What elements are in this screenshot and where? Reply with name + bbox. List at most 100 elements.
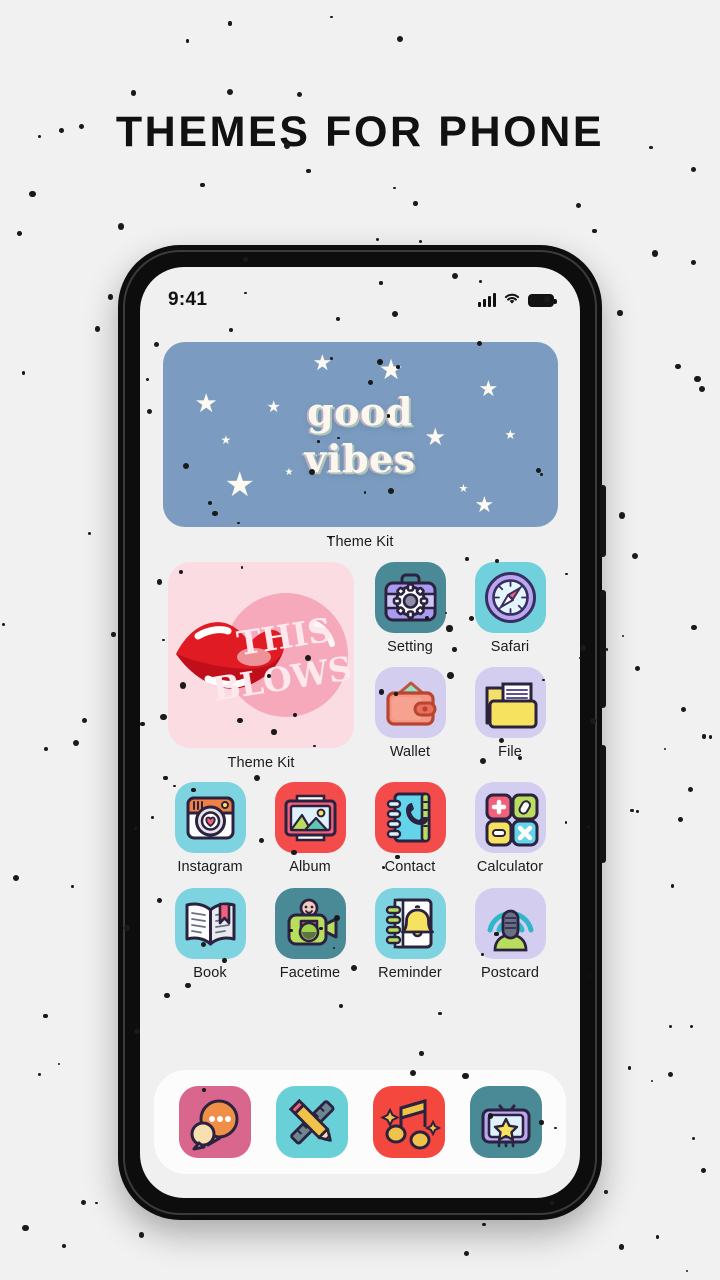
status-bar: 9:41 xyxy=(140,267,580,321)
speckle-dot xyxy=(107,294,113,300)
app-grid: Instagram Album Contact Calculator Book … xyxy=(160,782,560,981)
app-icon-instagram[interactable]: Instagram xyxy=(168,782,252,875)
speckle-dot xyxy=(138,1232,145,1239)
speckle-dot xyxy=(44,747,49,752)
widget-large-label: Theme Kit xyxy=(326,534,394,550)
app-icon-setting[interactable]: Setting xyxy=(368,562,452,655)
speckle-dot xyxy=(419,240,422,244)
phone-book-icon xyxy=(374,782,446,853)
phone-volume-button[interactable] xyxy=(600,590,606,708)
app-icon-book[interactable]: Book xyxy=(168,888,252,981)
speckle-dot xyxy=(627,1066,631,1070)
app-icon-wallet[interactable]: Wallet xyxy=(368,667,452,760)
speckle-dot xyxy=(592,228,597,233)
calculator-keys-icon xyxy=(474,782,546,853)
speckle-dot xyxy=(296,92,303,98)
widget-theme-kit-medium[interactable]: THIS BLOWS Theme Kit xyxy=(168,562,354,771)
app-row-4: Book Facetime Reminder Postcard xyxy=(160,888,560,981)
speckle-dot xyxy=(630,808,634,812)
speckle-dot xyxy=(413,201,418,206)
speckle-dot xyxy=(81,717,88,724)
camcorder-icon xyxy=(274,888,346,959)
app-icon-album[interactable]: Album xyxy=(268,782,352,875)
speckle-dot xyxy=(43,1013,48,1019)
widget-theme-kit-large[interactable]: ★ ★ ★ ★ ★ ★ ★ ★ ★ ★ ★ ★ good vibes Theme… xyxy=(160,342,560,550)
status-time: 9:41 xyxy=(168,289,208,310)
speckle-dot xyxy=(95,1202,98,1205)
speckle-dot xyxy=(691,260,696,266)
app-icon-calculator[interactable]: Calculator xyxy=(468,782,552,875)
app-label: Safari xyxy=(490,639,530,655)
speckle-dot xyxy=(678,817,683,822)
speckle-dot xyxy=(687,786,693,792)
speckle-dot xyxy=(691,1137,696,1141)
chat-bubbles-icon[interactable] xyxy=(178,1086,251,1158)
app-label: Contact xyxy=(384,859,436,875)
widget-medium-label: Theme Kit xyxy=(227,755,295,771)
app-icon-safari[interactable]: Safari xyxy=(468,562,552,655)
camera-heart-icon xyxy=(174,782,246,853)
speckle-dot xyxy=(670,883,675,888)
speckle-dot xyxy=(226,88,233,96)
speckle-dot xyxy=(130,90,136,96)
speckle-dot xyxy=(80,1200,86,1206)
page-title: THEMES FOR PHONE xyxy=(115,108,605,156)
app-icon-file[interactable]: File xyxy=(468,667,552,760)
app-label: Facetime xyxy=(279,965,341,981)
app-icon-contact[interactable]: Contact xyxy=(368,782,452,875)
speckle-dot xyxy=(650,1079,654,1082)
speckle-dot xyxy=(701,1168,707,1174)
speckle-dot xyxy=(663,747,667,751)
notebook-bell-icon xyxy=(374,888,446,959)
speckle-dot xyxy=(632,553,639,560)
speckle-dot xyxy=(94,325,101,332)
speckle-dot xyxy=(330,15,333,19)
app-label: Reminder xyxy=(378,965,442,981)
speckle-dot xyxy=(685,1269,688,1273)
speckle-dot xyxy=(111,632,116,637)
phone-power-button[interactable] xyxy=(600,745,606,863)
speckle-dot xyxy=(575,203,581,209)
wifi-icon xyxy=(503,291,521,310)
speckle-dot xyxy=(651,250,659,257)
speckle-dot xyxy=(655,1235,660,1239)
speckle-dot xyxy=(185,39,190,43)
speckle-dot xyxy=(689,1024,694,1029)
wallet-icon xyxy=(374,667,446,738)
speckle-dot xyxy=(667,1072,673,1078)
app-label: Book xyxy=(193,965,227,981)
briefcase-gear-icon xyxy=(374,562,446,633)
phone-silent-switch[interactable] xyxy=(600,485,606,557)
app-label: Album xyxy=(289,859,331,875)
app-label: Wallet xyxy=(389,744,431,760)
music-note-icon[interactable] xyxy=(372,1086,445,1158)
speckle-dot xyxy=(463,1251,469,1257)
app-label: Postcard xyxy=(480,965,540,981)
app-icon-postcard[interactable]: Postcard xyxy=(468,888,552,981)
phone-screen: 9:41 ★ ★ ★ ★ ★ ★ ★ ★ ★ ★ ★ ★ good vibes … xyxy=(140,267,580,1198)
speckle-dot xyxy=(200,182,205,188)
speckle-dot xyxy=(636,810,639,813)
speckle-dot xyxy=(117,223,125,230)
pencil-ruler-icon[interactable] xyxy=(275,1086,348,1158)
widget-large-canvas: ★ ★ ★ ★ ★ ★ ★ ★ ★ ★ ★ ★ good vibes xyxy=(162,342,558,527)
tv-star-icon[interactable] xyxy=(469,1086,542,1158)
speckle-dot xyxy=(2,622,6,626)
speckle-dot xyxy=(396,35,404,43)
app-icon-facetime[interactable]: Facetime xyxy=(268,888,352,981)
speckle-dot xyxy=(618,1244,625,1250)
speckle-dot xyxy=(618,512,626,519)
app-label: File xyxy=(498,744,522,760)
folder-document-icon xyxy=(474,667,546,738)
speckle-dot xyxy=(701,734,707,739)
widget-text-line1: good xyxy=(307,388,413,434)
speckle-dot xyxy=(12,874,19,881)
speckle-dot xyxy=(87,531,92,536)
app-label: Instagram xyxy=(177,859,243,875)
podcast-mic-icon xyxy=(474,888,546,959)
signal-bars-icon xyxy=(478,292,496,307)
compass-icon xyxy=(474,562,546,633)
open-book-icon xyxy=(174,888,246,959)
app-icon-reminder[interactable]: Reminder xyxy=(368,888,452,981)
phone-mockup: 9:41 ★ ★ ★ ★ ★ ★ ★ ★ ★ ★ ★ ★ good vibes … xyxy=(118,245,606,1220)
